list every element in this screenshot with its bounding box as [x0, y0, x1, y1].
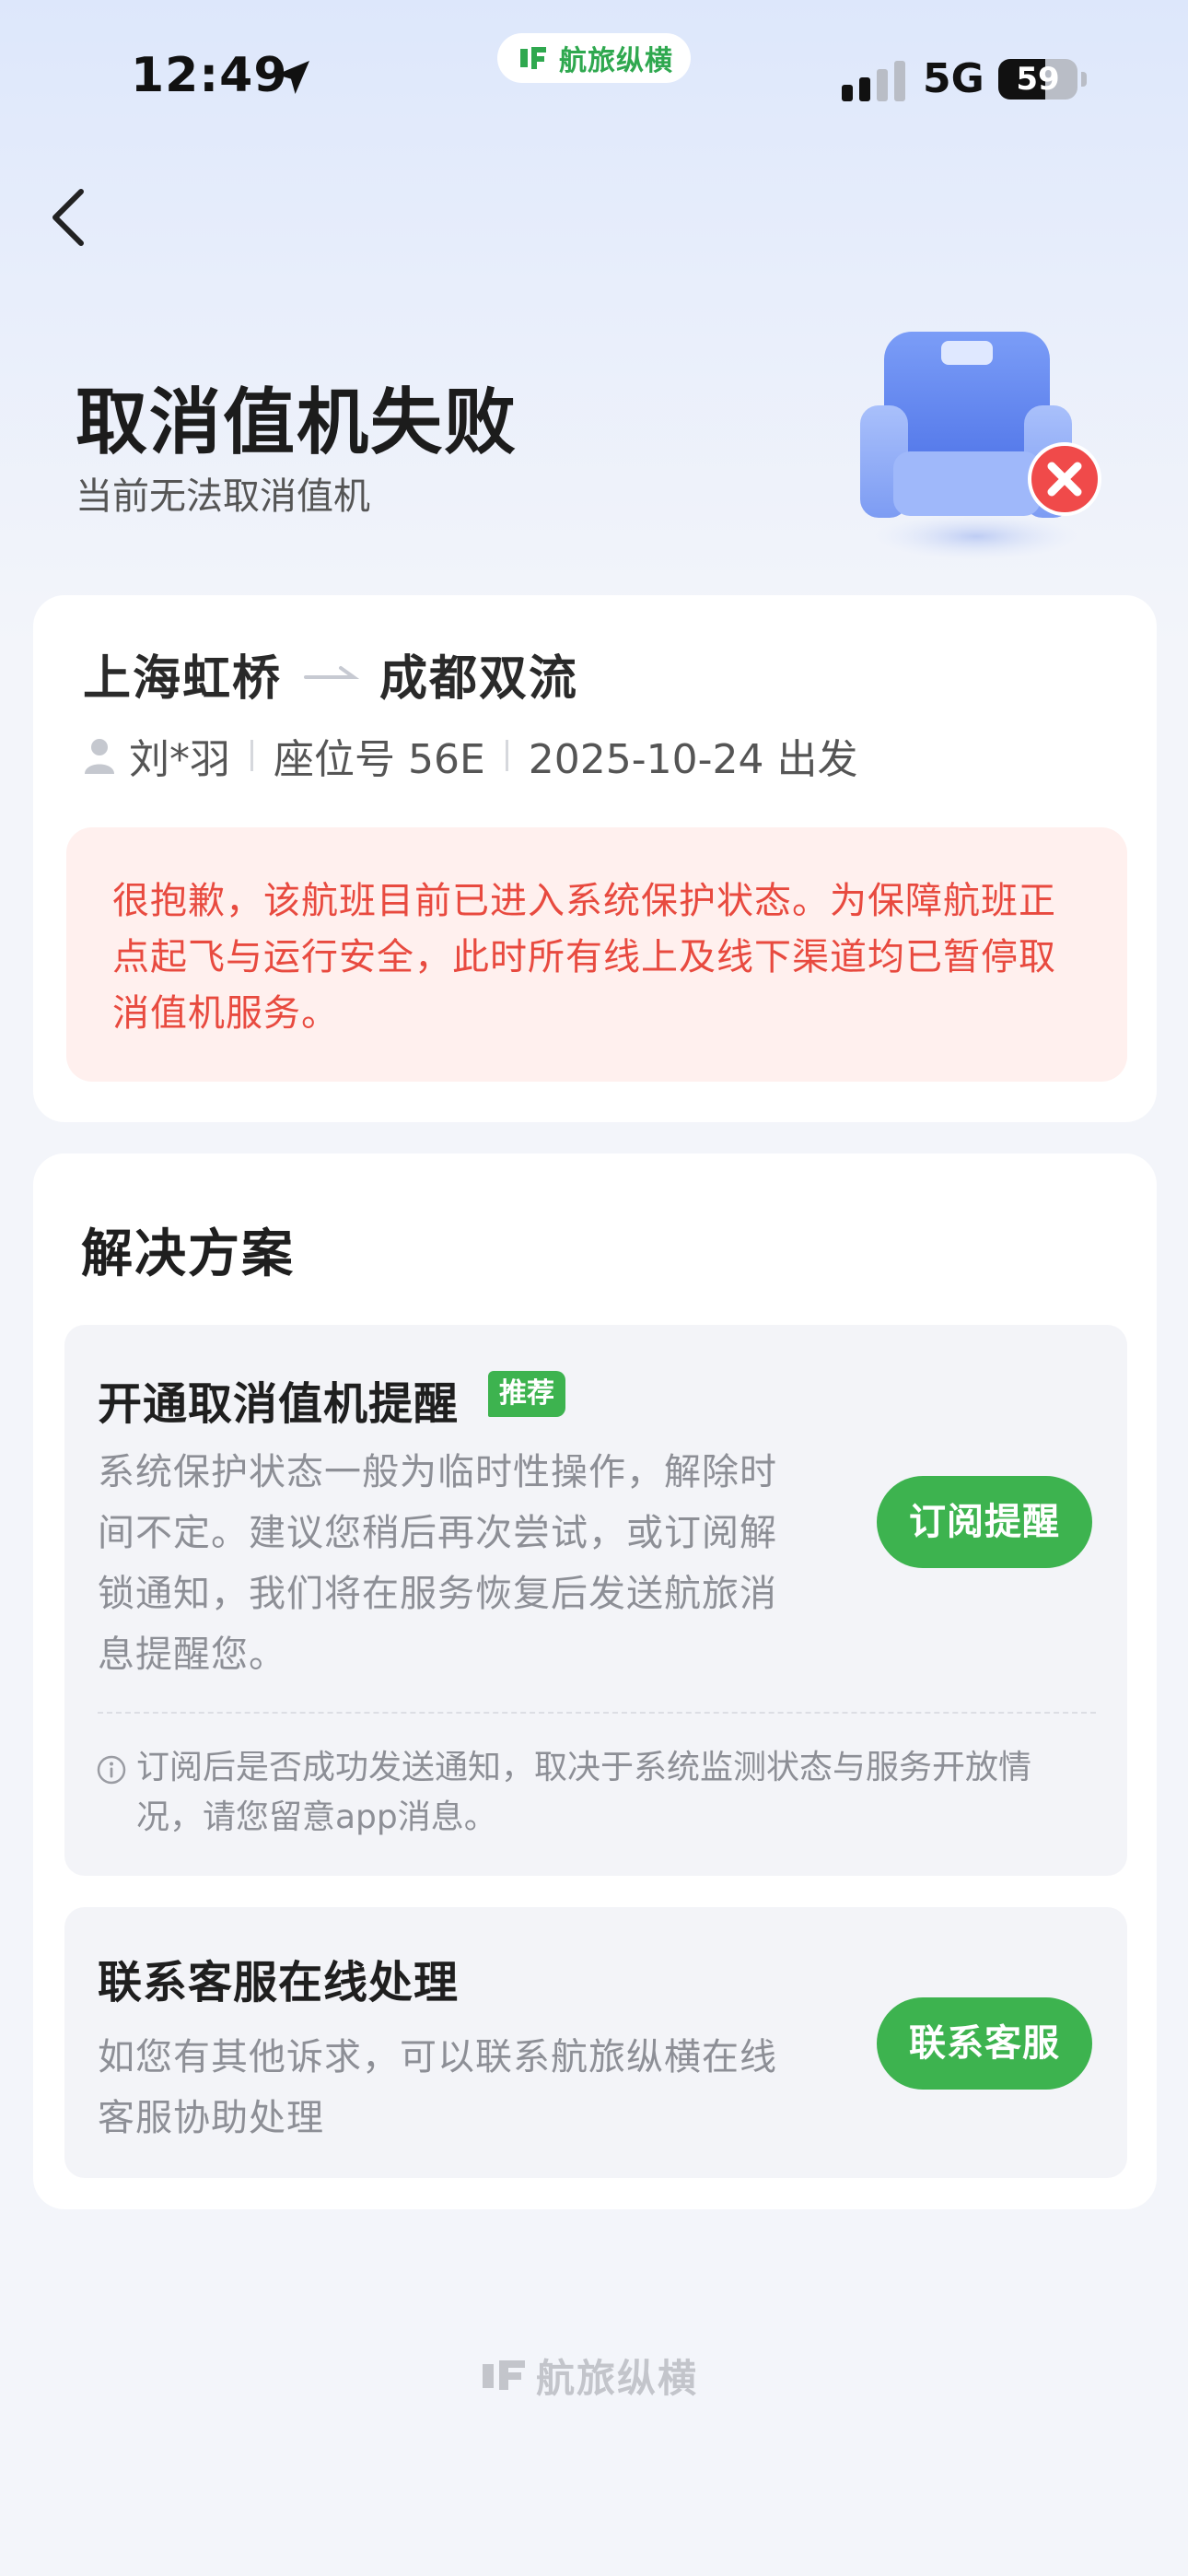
battery-level: 59	[1016, 61, 1060, 98]
subscribe-note: 订阅后是否成功发送通知，取决于系统监测状态与服务开放情况，请您留意app消息。	[136, 1749, 1032, 1836]
status-bar: 12:49 航旅纵横 5G 59	[0, 0, 1188, 157]
alert-message: 很抱歉，该航班目前已进入系统保护状态。为保障航班正点起飞与运行安全，此时所有线上…	[66, 827, 1127, 1082]
dashed-divider	[98, 1712, 1096, 1714]
option-service-desc: 如您有其他诉求，可以联系航旅纵横在线客服协助处理	[98, 2036, 777, 2139]
person-icon	[85, 739, 114, 774]
location-arrow-icon	[276, 61, 309, 94]
brand-logo-icon	[520, 47, 546, 69]
footer-brand: 航旅纵横	[479, 2349, 698, 2401]
brand-logo-icon	[483, 2360, 525, 2390]
subscribe-reminder-button[interactable]: 订阅提醒	[877, 1476, 1092, 1568]
battery-icon: 59	[998, 59, 1077, 100]
seat-cancel-illustration	[860, 332, 1101, 560]
info-icon	[97, 1755, 126, 1785]
route: 上海虹桥 成都双流	[83, 641, 579, 707]
page-subtitle: 当前无法取消值机	[76, 475, 370, 518]
option-reminder-title: 开通取消值机提醒	[98, 1378, 460, 1430]
divider	[505, 740, 508, 771]
option-reminder-desc: 系统保护状态一般为临时性操作，解除时间不定。建议您稍后再次尝试，或订阅解锁通知，…	[98, 1451, 777, 1676]
network-type: 5G	[923, 55, 984, 102]
route-arrow-icon	[304, 666, 360, 679]
recommend-badge: 推荐	[488, 1371, 565, 1417]
option-service-title: 联系客服在线处理	[98, 1957, 460, 2008]
status-time: 12:49	[131, 48, 288, 103]
back-chevron-icon[interactable]	[42, 181, 98, 254]
signal-icon	[842, 61, 905, 101]
destination-city: 成都双流	[379, 650, 579, 707]
solutions-title: 解决方案	[81, 1224, 295, 1284]
footer-brand-text: 航旅纵横	[536, 2355, 699, 2401]
seat-number: 座位号 56E	[274, 736, 485, 783]
pill-brand-text: 航旅纵横	[559, 45, 673, 77]
contact-service-button[interactable]: 联系客服	[877, 1997, 1092, 2090]
departure-date: 2025-10-24 出发	[528, 736, 858, 783]
page-title: 取消值机失败	[76, 381, 518, 464]
origin-city: 上海虹桥	[83, 650, 283, 707]
passenger-info: 刘*羽 座位号 56E 2025-10-24 出发	[83, 728, 857, 783]
divider	[250, 740, 253, 771]
passenger-name: 刘*羽	[129, 736, 230, 783]
app-brand-pill[interactable]: 航旅纵横	[497, 33, 691, 83]
battery-tip	[1081, 72, 1087, 87]
